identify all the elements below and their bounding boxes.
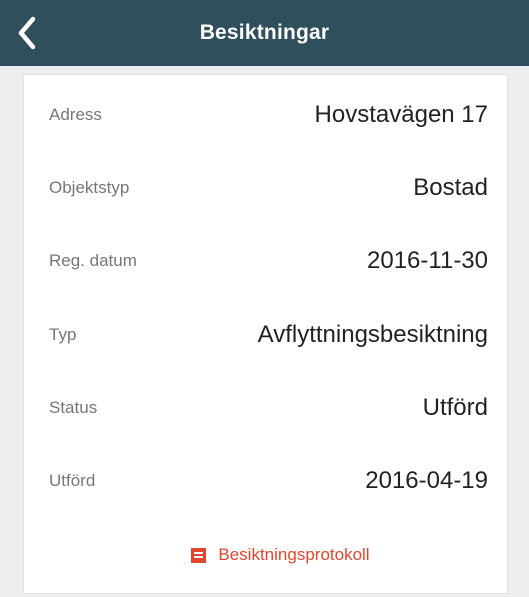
app-header: Besiktningar (0, 0, 529, 66)
document-icon (191, 547, 207, 563)
detail-row-type: Typ Avflyttningsbesiktning (24, 315, 507, 355)
status-value: Utförd (422, 394, 488, 421)
type-label: Typ (49, 325, 77, 344)
reg-date-label: Reg. datum (49, 251, 137, 270)
address-value: Hovstavägen 17 (314, 101, 488, 128)
detail-row-reg-date: Reg. datum 2016-11-30 (24, 241, 507, 281)
detail-row-address: Adress Hovstavägen 17 (24, 95, 507, 135)
inspection-details-card: Adress Hovstavägen 17 Objektstyp Bostad … (23, 74, 508, 594)
detail-row-performed: Utförd 2016-04-19 (24, 461, 507, 501)
object-type-label: Objektstyp (49, 178, 130, 197)
detail-row-status: Status Utförd (24, 388, 507, 428)
inspection-protocol-label: Besiktningsprotokoll (218, 545, 370, 564)
inspection-protocol-link[interactable]: Besiktningsprotokoll (24, 540, 507, 570)
object-type-value: Bostad (413, 174, 488, 201)
performed-value: 2016-04-19 (365, 467, 488, 494)
page-title: Besiktningar (199, 21, 330, 44)
reg-date-value: 2016-11-30 (367, 247, 488, 274)
type-value: Avflyttningsbesiktning (257, 321, 488, 348)
chevron-left-icon (18, 16, 36, 50)
performed-label: Utförd (49, 471, 96, 490)
address-label: Adress (49, 105, 102, 124)
back-button[interactable] (10, 14, 44, 52)
detail-row-object-type: Objektstyp Bostad (24, 168, 507, 208)
status-label: Status (49, 398, 98, 417)
